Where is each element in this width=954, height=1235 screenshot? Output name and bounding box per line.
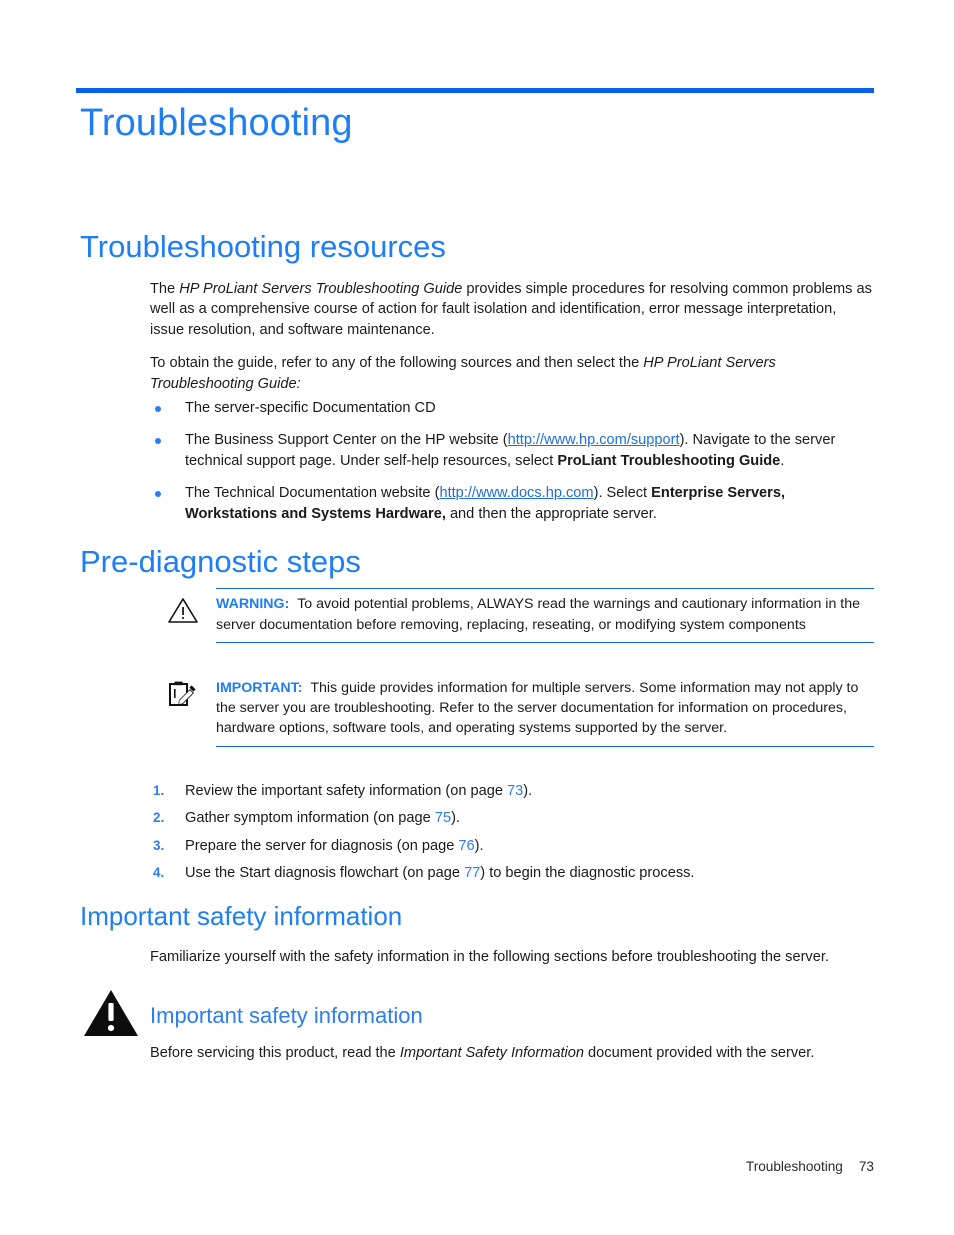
list-item-text-mid: ). Select	[593, 485, 652, 502]
bullet-dot-icon	[155, 438, 161, 445]
step-number: 2.	[153, 810, 165, 826]
list-item-text-pre: The Business Support Center on the HP we…	[185, 432, 508, 449]
list-item: 4. Use the Start diagnosis flowchart (on …	[150, 863, 874, 883]
chapter-rule	[76, 88, 874, 93]
step-text-post: ) to begin the diagnostic process.	[480, 865, 695, 882]
paragraph-text-2a: To obtain the guide, refer to any of the…	[150, 355, 644, 372]
safety-intro-paragraph: Familiarize yourself with the safety inf…	[150, 947, 874, 967]
paragraph-safety-outro: Before servicing this product, read the …	[150, 1043, 874, 1063]
paragraph-text-3b: document provided with the server.	[584, 1045, 815, 1061]
note-bottom-rule	[216, 745, 874, 747]
heading-troubleshooting-resources: Troubleshooting resources	[80, 229, 446, 264]
list-item: The Technical Documentation website (htt…	[150, 483, 874, 524]
heading-pre-diagnostic-steps: Pre-diagnostic steps	[80, 544, 361, 579]
step-number: 4.	[153, 865, 165, 881]
support-website-link[interactable]: http://www.hp.com/support	[508, 432, 680, 448]
footer-page-number: 73	[858, 1159, 874, 1174]
heading-important-safety-information: Important safety information	[80, 901, 403, 931]
paragraph-safety-intro: Familiarize yourself with the safety inf…	[150, 949, 829, 965]
important-text: This guide provides information for mult…	[216, 680, 859, 737]
bullet-dot-icon	[155, 406, 161, 412]
step-number: 3.	[153, 837, 165, 853]
paragraph-emphasis-3: Important Safety Information	[399, 1045, 584, 1061]
clipboard-pencil-icon	[166, 679, 200, 709]
step-text-pre: Review the important safety information …	[185, 783, 508, 799]
page-title: Troubleshooting	[80, 102, 353, 144]
safety-outro-paragraph: Before servicing this product, read the …	[150, 1043, 874, 1063]
step-text-post: ).	[474, 837, 484, 854]
important-note-box: IMPORTANT: This guide provides informati…	[166, 673, 874, 747]
page-cross-reference-link[interactable]: 73	[507, 783, 523, 799]
document-page: Troubleshooting Troubleshooting resource…	[0, 0, 954, 1235]
warning-label: WARNING:	[216, 596, 290, 613]
page-cross-reference-link[interactable]: 77	[464, 865, 480, 881]
step-number: 1.	[153, 783, 165, 798]
pre-diagnostic-steps-list: 1. Review the important safety informatio…	[150, 781, 874, 891]
paragraph-emphasis-1: HP ProLiant Servers Troubleshooting Guid…	[179, 281, 463, 297]
list-item: 1. Review the important safety informatio…	[150, 781, 874, 801]
step-text-pre: Use the Start diagnosis flowchart (on pa…	[185, 865, 465, 882]
list-item-text-post: and then the appropriate server.	[445, 505, 657, 522]
important-label: IMPORTANT:	[216, 680, 303, 696]
safety-banner-title: Important safety information	[150, 1003, 423, 1028]
warning-text: To avoid potential problems, ALWAYS read…	[216, 596, 861, 633]
list-item: The Business Support Center on the HP we…	[150, 430, 874, 471]
list-item-text-post: .	[780, 452, 785, 469]
paragraph-text-3a: Before servicing this product, read the	[150, 1045, 400, 1061]
footer-chapter-label: Troubleshooting	[745, 1159, 843, 1174]
paragraph-guide-description: The HP ProLiant Servers Troubleshooting …	[150, 279, 874, 340]
note-bottom-rule	[216, 641, 874, 644]
bullet-dot-icon	[155, 491, 161, 498]
step-text-post: ).	[451, 810, 460, 827]
list-item-text-pre: The Technical Documentation website (	[185, 485, 440, 502]
important-note-body: IMPORTANT: This guide provides informati…	[166, 673, 874, 746]
warning-note-box: WARNING: To avoid potential problems, AL…	[166, 588, 874, 644]
list-item: 3. Prepare the server for diagnosis (on p…	[150, 836, 874, 856]
resources-intro-paragraphs: The HP ProLiant Servers Troubleshooting …	[150, 279, 874, 394]
step-text-post: ).	[523, 783, 533, 799]
step-text-pre: Gather symptom information (on page	[185, 810, 435, 827]
list-item-text-bold: ProLiant Troubleshooting Guide	[557, 452, 781, 469]
solid-warning-triangle-icon	[82, 988, 140, 1038]
warning-note-body: WARNING: To avoid potential problems, AL…	[166, 589, 874, 641]
list-item-text: The server-specific Documentation CD	[185, 400, 436, 416]
page-cross-reference-link[interactable]: 76	[458, 838, 474, 854]
list-item: The server-specific Documentation CD	[150, 398, 874, 418]
step-text-pre: Prepare the server for diagnosis (on pag…	[185, 837, 459, 854]
paragraph-obtain-guide: To obtain the guide, refer to any of the…	[150, 353, 874, 394]
page-footer: Troubleshooting 73	[746, 1159, 874, 1174]
page-cross-reference-link[interactable]: 75	[435, 810, 451, 826]
warning-triangle-icon	[166, 595, 200, 625]
list-item: 2. Gather symptom information (on page 75…	[150, 808, 874, 828]
paragraph-text-1a: The	[150, 281, 180, 297]
resources-bullet-list: The server-specific Documentation CD The…	[150, 398, 874, 524]
docs-website-link[interactable]: http://www.docs.hp.com	[439, 485, 593, 501]
